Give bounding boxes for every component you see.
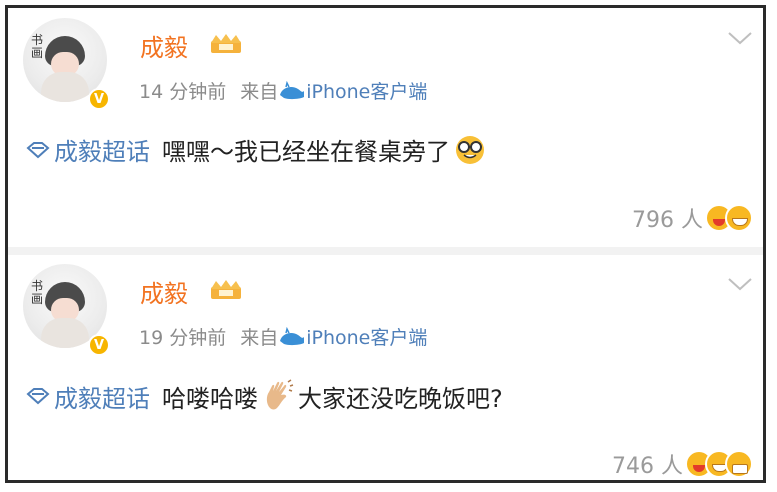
vip-badge-icon: V xyxy=(88,88,110,110)
crown-badge-icon xyxy=(211,280,241,299)
post-meta: 14 分钟前 来自 iPhone客户端 xyxy=(139,77,427,104)
calligraphy-icon: 书画 xyxy=(31,279,44,306)
like-summary[interactable]: 746 人 xyxy=(612,448,753,480)
crown-badge-icon xyxy=(211,34,241,53)
source-prefix: 来自 xyxy=(240,327,279,349)
topic-label: 成毅超话 xyxy=(54,138,150,166)
weibo-post: 书画 V 成毅 14 分钟前 来自 iPhone客户端 成毅超话 嘿嘿～我已经坐… xyxy=(8,8,763,244)
post-text-continued: 大家还没吃晚饭吧? xyxy=(298,384,503,413)
topic-link[interactable]: 成毅超话 xyxy=(26,379,150,414)
post-meta: 19 分钟前 来自 iPhone客户端 xyxy=(139,323,427,350)
post-text: 嘿嘿～我已经坐在餐桌旁了 xyxy=(162,138,450,166)
nerd-emoji-icon xyxy=(456,135,484,164)
topic-label: 成毅超话 xyxy=(54,384,150,413)
whale-icon xyxy=(280,327,305,346)
post-content: 成毅超话 嘿嘿～我已经坐在餐桌旁了 xyxy=(26,132,486,167)
post-time: 19 分钟前 xyxy=(139,327,227,349)
user-name[interactable]: 成毅 xyxy=(140,274,188,309)
source-link[interactable]: iPhone客户端 xyxy=(306,327,427,349)
weibo-post: 书画 V 成毅 19 分钟前 来自 iPhone客户端 成毅超话 哈喽哈喽 大家… xyxy=(8,254,763,490)
reaction-emoji-icon xyxy=(725,204,753,232)
like-count: 746 人 xyxy=(612,454,683,479)
calligraphy-icon: 书画 xyxy=(31,33,44,60)
source-prefix: 来自 xyxy=(240,81,279,103)
reaction-emoji-icon xyxy=(725,450,753,478)
chevron-down-icon[interactable] xyxy=(727,276,753,292)
like-summary[interactable]: 796 人 xyxy=(632,202,753,234)
topic-link[interactable]: 成毅超话 xyxy=(26,132,150,167)
source-link[interactable]: iPhone客户端 xyxy=(306,81,427,103)
user-name[interactable]: 成毅 xyxy=(140,28,188,63)
avatar-body xyxy=(41,318,89,348)
topic-diamond-icon xyxy=(26,388,50,405)
screenshot-frame: 书画 V 成毅 14 分钟前 来自 iPhone客户端 成毅超话 嘿嘿～我已经坐… xyxy=(5,5,766,483)
post-content: 成毅超话 哈喽哈喽 大家还没吃晚饭吧? xyxy=(26,378,503,414)
like-count: 796 人 xyxy=(632,208,703,233)
vip-badge-icon: V xyxy=(88,334,110,356)
topic-diamond-icon xyxy=(26,141,50,158)
post-time: 14 分钟前 xyxy=(139,81,227,103)
whale-icon xyxy=(280,81,305,100)
post-text: 哈喽哈喽 xyxy=(162,384,258,413)
chevron-down-icon[interactable] xyxy=(727,30,753,46)
avatar-body xyxy=(41,72,89,102)
wave-emoji-icon xyxy=(266,379,294,410)
